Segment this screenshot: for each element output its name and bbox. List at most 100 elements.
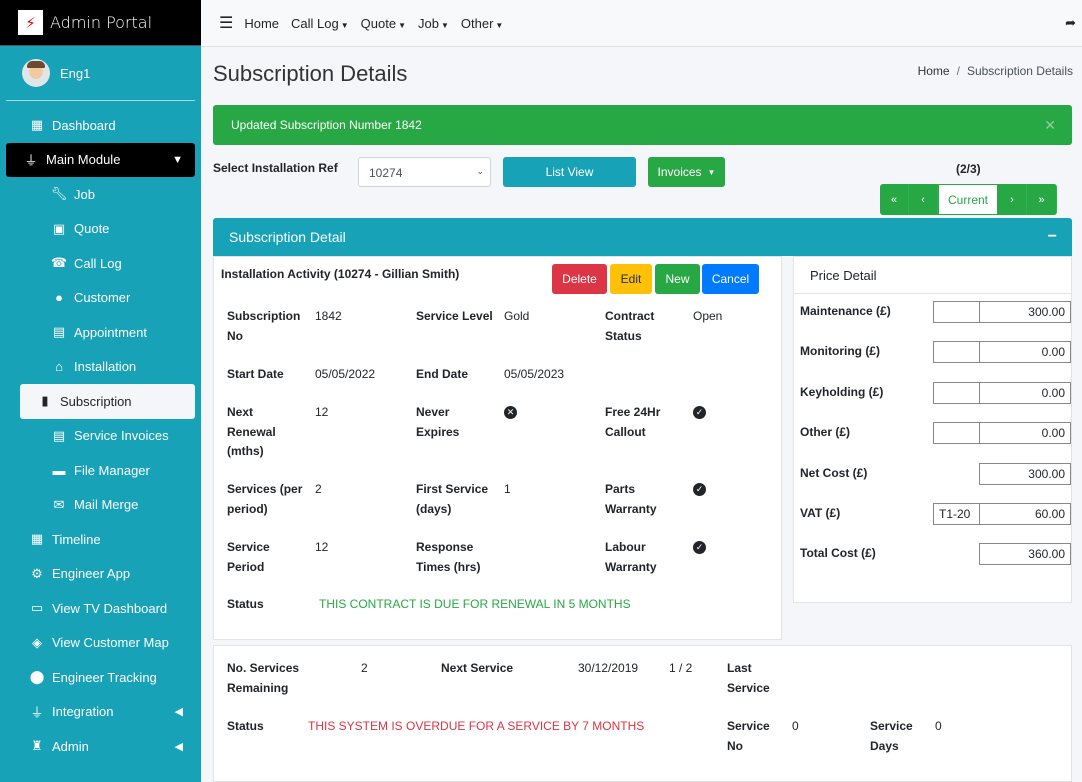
sidebar-item-job[interactable]: 🔧︎ Job xyxy=(20,177,195,212)
vat-code-input[interactable]: T1-20 xyxy=(933,503,980,525)
nav-job[interactable]: Job ▼ xyxy=(418,16,449,31)
sidebar-item-subscription[interactable]: ▮ Subscription xyxy=(20,384,195,419)
sidebar-item-quote[interactable]: ▣ Quote xyxy=(20,212,195,247)
total-cost-input[interactable]: 360.00 xyxy=(979,543,1071,565)
vat-label: VAT (£) xyxy=(800,506,841,520)
price-detail-panel: Price Detail Maintenance (£) 300.00 Moni… xyxy=(793,256,1072,603)
sidebar-item-engineer-app[interactable]: ⚙ Engineer App xyxy=(6,557,195,592)
caret-down-icon: ▼ xyxy=(398,20,406,30)
services-per-period-label: Services (per period) xyxy=(227,482,303,516)
wrench-icon: 🔧︎ xyxy=(50,186,68,202)
installation-ref-select[interactable]: 10274 ⌄ xyxy=(358,157,491,187)
logout-icon[interactable]: ➦ xyxy=(1065,15,1076,31)
sidebar-item-label: Quote xyxy=(74,221,110,237)
sidebar-item-engineer-tracking[interactable]: ⬤ Engineer Tracking xyxy=(6,660,195,695)
sidebar-item-customer-map[interactable]: ◈ View Customer Map xyxy=(6,626,195,661)
service-no-label: Service No xyxy=(727,719,770,753)
delete-button[interactable]: Delete xyxy=(552,264,607,294)
net-cost-input[interactable]: 300.00 xyxy=(979,463,1071,485)
breadcrumb: Home / Subscription Details xyxy=(918,64,1073,78)
last-page-icon[interactable]: » xyxy=(1027,184,1057,215)
brand[interactable]: ⚡ Admin Portal xyxy=(0,0,201,46)
maintenance-code-input[interactable] xyxy=(933,301,980,323)
sidebar-item-appointment[interactable]: ▤ Appointment xyxy=(20,315,195,350)
nav-home[interactable]: Home xyxy=(244,16,279,31)
other-input[interactable]: 0.00 xyxy=(979,422,1071,444)
nav-call-log[interactable]: Call Log ▼ xyxy=(291,16,349,31)
maintenance-input[interactable]: 300.00 xyxy=(979,301,1071,323)
sidebar-item-label: View TV Dashboard xyxy=(52,600,168,616)
map-icon: ◈ xyxy=(32,634,42,650)
subscription-no-label: Subscription No xyxy=(227,309,301,343)
service-days-label: Service Days xyxy=(870,719,913,753)
caret-down-icon: ▼ xyxy=(495,20,504,30)
brand-logo-icon: ⚡ xyxy=(18,10,43,35)
admin-icon: ♜ xyxy=(31,738,43,754)
keyholding-code-input[interactable] xyxy=(933,382,980,404)
service-status-message: THIS SYSTEM IS OVERDUE FOR A SERVICE BY … xyxy=(308,719,645,733)
user-panel[interactable]: Eng1 xyxy=(6,46,195,101)
user-name: Eng1 xyxy=(60,65,91,81)
sidebar-item-timeline[interactable]: ▦ Timeline xyxy=(6,522,195,557)
edit-button[interactable]: Edit xyxy=(610,264,652,294)
total-cost-label: Total Cost (£) xyxy=(800,546,876,560)
service-ratio: 1 / 2 xyxy=(669,661,693,675)
new-button[interactable]: New xyxy=(655,264,700,294)
sidebar-nav: ▦ Dashboard ⏚ Main Module ▼ 🔧︎ Job ▣ Quote ☎ C… xyxy=(0,101,201,764)
services-remaining-label: No. Services Remaining xyxy=(227,661,300,695)
collapse-icon[interactable]: − xyxy=(1048,228,1057,246)
last-service-label: Last Service xyxy=(727,661,770,695)
sidebar-item-tv-dashboard[interactable]: ▭ View TV Dashboard xyxy=(6,591,195,626)
cancel-button[interactable]: Cancel xyxy=(702,264,759,294)
sidebar-item-admin[interactable]: ♜ Admin ◀ xyxy=(6,729,195,764)
end-date-value: 05/05/2023 xyxy=(504,367,565,381)
sidebar-item-integration[interactable]: ⏚ Integration ◀ xyxy=(6,695,195,730)
list-view-button[interactable]: List View xyxy=(503,157,636,187)
sidebar-item-main-module[interactable]: ⏚ Main Module ▼ xyxy=(6,142,195,177)
prev-page-icon[interactable]: ‹ xyxy=(909,184,938,215)
pager-count: (2/3) xyxy=(956,162,981,176)
parts-warranty-label: Parts Warranty xyxy=(605,482,657,516)
file-text-icon: ▤ xyxy=(52,427,66,443)
installation-activity-panel: Installation Activity (10274 - Gillian S… xyxy=(213,256,782,640)
end-date-label: End Date xyxy=(416,367,469,381)
sidebar-item-call-log[interactable]: ☎ Call Log xyxy=(20,246,195,281)
keyholding-input[interactable]: 0.00 xyxy=(979,382,1071,404)
record-pager: « ‹ Current › » xyxy=(880,184,1057,215)
button-label: Invoices xyxy=(657,165,702,179)
vat-input[interactable]: 60.00 xyxy=(979,503,1071,525)
close-icon[interactable]: ✕ xyxy=(1044,117,1056,134)
sidebar-item-dashboard[interactable]: ▦ Dashboard xyxy=(6,108,195,143)
nav-quote[interactable]: Quote ▼ xyxy=(361,16,406,31)
caret-down-icon: ▼ xyxy=(340,20,349,30)
select-value: 10274 xyxy=(369,166,403,180)
brand-name: Admin Portal xyxy=(50,13,153,32)
current-page-button[interactable]: Current xyxy=(938,184,998,215)
contract-status-label: Contract Status xyxy=(605,309,655,343)
menu-toggle-icon[interactable]: ☰ xyxy=(219,13,233,33)
sidebar-item-file-manager[interactable]: ▬ File Manager xyxy=(20,453,195,488)
monitoring-input[interactable]: 0.00 xyxy=(979,341,1071,363)
never-expires-label: Never Expires xyxy=(416,405,460,439)
calendar-icon: ▦ xyxy=(30,531,44,547)
service-status-label: Status xyxy=(227,719,264,733)
nav-other[interactable]: Other ▼ xyxy=(461,16,503,31)
service-level-value: Gold xyxy=(504,309,530,323)
sidebar-item-customer[interactable]: ● Customer xyxy=(20,281,195,316)
sidebar-item-label: Job xyxy=(74,186,95,202)
next-page-icon[interactable]: › xyxy=(998,184,1027,215)
sidebar-item-label: Engineer Tracking xyxy=(52,669,157,685)
breadcrumb-home[interactable]: Home xyxy=(918,64,950,78)
contract-status-message: THIS CONTRACT IS DUE FOR RENEWAL IN 5 MO… xyxy=(319,597,631,611)
first-page-icon[interactable]: « xyxy=(880,184,909,215)
folder-icon: ▬ xyxy=(52,462,66,478)
user-cog-icon: ⚙ xyxy=(31,565,43,581)
other-code-input[interactable] xyxy=(933,422,980,444)
sidebar-item-service-invoices[interactable]: ▤ Service Invoices xyxy=(20,419,195,454)
sidebar-item-installation[interactable]: ⌂ Installation xyxy=(20,350,195,385)
monitoring-code-input[interactable] xyxy=(933,341,980,363)
sidebar-item-mail-merge[interactable]: ✉ Mail Merge xyxy=(20,488,195,523)
invoices-dropdown-button[interactable]: Invoices ▼ xyxy=(648,157,725,187)
chevron-down-icon: ▼ xyxy=(172,153,183,166)
price-detail-header: Price Detail xyxy=(794,257,1071,294)
